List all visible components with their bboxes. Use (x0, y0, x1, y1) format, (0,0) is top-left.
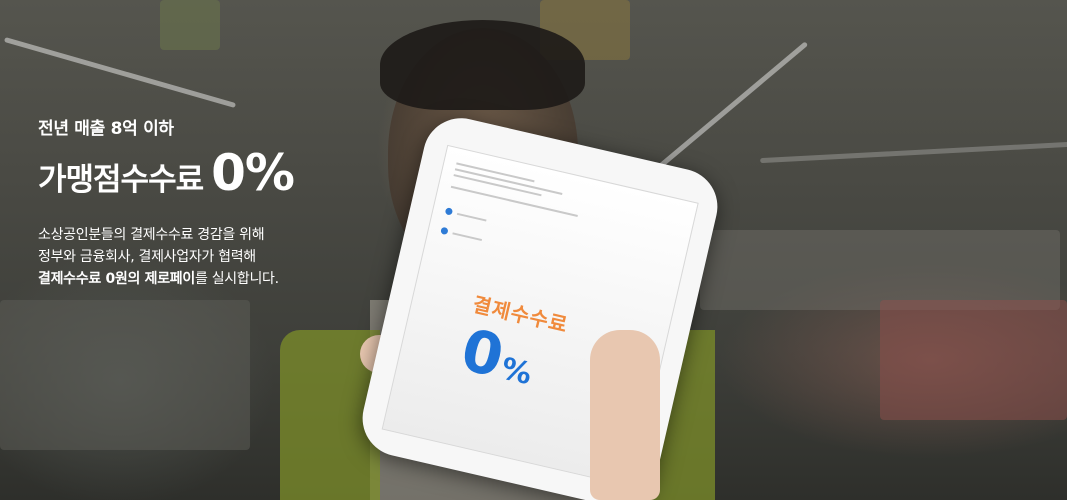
screen-option (444, 207, 487, 223)
produce-display (880, 300, 1067, 420)
fee-unit: % (497, 351, 536, 393)
description-bold: 결제수수료 0원의 제로페이 (38, 271, 195, 287)
screen-text-line (456, 212, 487, 222)
hero-title-text: 가맹점수수료 (38, 162, 204, 198)
hand-thumb (590, 330, 660, 500)
hero-subtitle: 전년 매출 8억 이하 (38, 119, 174, 139)
fee-value: 0 % (455, 315, 541, 398)
shelf-item (700, 230, 1060, 310)
shelf-item (0, 300, 250, 450)
ceiling-light (651, 41, 809, 174)
hero-title-number: 0% (211, 144, 295, 202)
radio-dot-icon (444, 207, 454, 216)
description-tail: 를 실시합니다. (194, 271, 279, 287)
hero-copy: 전년 매출 8억 이하 가맹점수수료 0% 소상공인분들의 결제수수료 경감을 … (38, 118, 295, 290)
hero-description: 소상공인분들의 결제수수료 경감을 위해 정부와 금융회사, 결제사업자가 협력… (38, 224, 294, 290)
clerk-hair (380, 20, 585, 110)
screen-text-line (452, 231, 483, 241)
shelf-item (160, 0, 220, 50)
ceiling-light (760, 141, 1067, 164)
description-line: 소상공인분들의 결제수수료 경감을 위해 (38, 227, 265, 243)
screen-option (440, 226, 483, 243)
hero-title: 가맹점수수료 0% (38, 144, 295, 202)
hero-banner: 전년 매출 8억 이하 가맹점수수료 0% 소상공인분들의 결제수수료 경감을 … (0, 0, 1067, 500)
description-line: 정부와 금융회사, 결제사업자가 협력해 (38, 249, 256, 265)
radio-dot-icon (440, 226, 449, 236)
description-line: 결제수수료 0원의 제로페이를 실시합니다. (38, 268, 294, 290)
